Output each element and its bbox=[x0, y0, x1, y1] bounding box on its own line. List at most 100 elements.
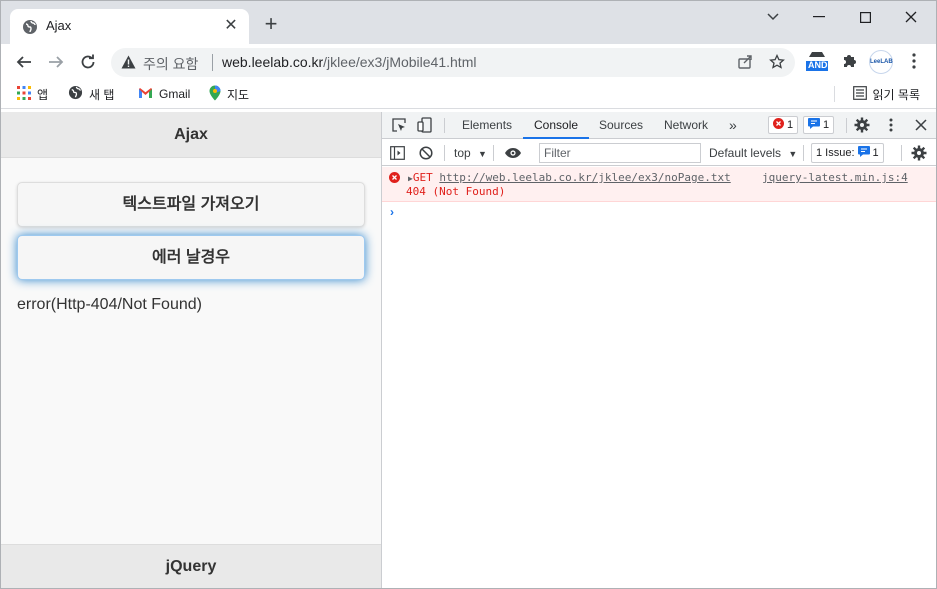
divider bbox=[846, 118, 847, 133]
apps-grid-icon bbox=[17, 85, 31, 103]
settings-gear-icon[interactable] bbox=[853, 116, 871, 134]
bookmark-star-icon[interactable] bbox=[767, 52, 787, 72]
bookmark-label: 앱 bbox=[37, 87, 49, 102]
dropdown-triangle-icon: ▼ bbox=[788, 149, 798, 159]
error-count-badge[interactable]: 1 bbox=[768, 116, 799, 134]
reload-icon[interactable] bbox=[76, 50, 100, 74]
reading-list-icon bbox=[852, 85, 867, 103]
tab-search-chevron-icon[interactable] bbox=[750, 1, 796, 33]
error-circle-icon bbox=[389, 172, 400, 186]
divider bbox=[493, 145, 494, 161]
request-url-link[interactable]: http://web.leelab.co.kr/jklee/ex3/noPage… bbox=[439, 171, 730, 184]
devtools-panel: Elements Console Sources Network » 1 1 t… bbox=[381, 112, 936, 588]
error-count: 1 bbox=[787, 119, 794, 131]
page-footer: jQuery bbox=[1, 544, 381, 588]
url-path: /jklee/ex3/jMobile41.html bbox=[323, 54, 477, 70]
levels-label: Default levels bbox=[709, 146, 782, 160]
context-value: top bbox=[454, 146, 471, 160]
address-bar[interactable]: 주의 요함 web.leelab.co.kr/jklee/ex3/jMobile… bbox=[111, 48, 795, 77]
message-icon bbox=[857, 146, 870, 160]
divider bbox=[803, 145, 804, 161]
clear-console-icon[interactable] bbox=[417, 144, 435, 162]
bookmarks-bar: 앱 새 탭 Gmail 지도 읽기 목록 bbox=[1, 79, 936, 109]
divider bbox=[444, 118, 445, 133]
error-circle-icon bbox=[773, 118, 784, 132]
tab-sources[interactable]: Sources bbox=[599, 112, 643, 139]
show-sidebar-icon[interactable] bbox=[388, 144, 406, 162]
security-warning-label[interactable]: 주의 요함 bbox=[143, 54, 198, 74]
bookmark-new-tab[interactable]: 새 탭 bbox=[68, 84, 114, 104]
result-text: error(Http-404/Not Found) bbox=[17, 296, 202, 313]
devtools-menu-icon[interactable] bbox=[882, 116, 900, 134]
tab-console[interactable]: Console bbox=[523, 112, 590, 139]
globe-icon bbox=[22, 19, 38, 35]
bookmark-apps[interactable]: 앱 bbox=[17, 84, 48, 104]
maps-pin-icon bbox=[209, 85, 221, 104]
gmail-icon bbox=[138, 87, 153, 102]
load-text-file-button[interactable]: 텍스트파일 가져오기 bbox=[17, 182, 365, 227]
maximize-icon[interactable] bbox=[842, 1, 888, 33]
source-link[interactable]: jquery-latest.min.js:4 bbox=[762, 171, 908, 184]
message-icon bbox=[808, 118, 820, 132]
share-icon[interactable] bbox=[735, 52, 755, 72]
issues-count: 1 bbox=[872, 147, 879, 159]
forward-arrow-icon[interactable] bbox=[44, 50, 68, 74]
close-window-icon[interactable] bbox=[888, 1, 934, 33]
omnibox-separator bbox=[212, 54, 213, 71]
bookmark-maps[interactable]: 지도 bbox=[209, 84, 249, 104]
minimize-icon[interactable] bbox=[796, 1, 842, 33]
page-viewport: Ajax 텍스트파일 가져오기 에러 날경우 error(Http-404/No… bbox=[1, 112, 381, 588]
issues-button[interactable]: 1 Issue: 1 bbox=[811, 143, 884, 163]
new-tab-button[interactable]: + bbox=[260, 13, 282, 36]
page-header: Ajax bbox=[1, 112, 381, 158]
message-request-line: ▶GET http://web.leelab.co.kr/jklee/ex3/n… bbox=[408, 171, 731, 184]
request-method: GET bbox=[412, 171, 433, 184]
console-settings-gear-icon[interactable] bbox=[910, 144, 928, 162]
url-host: web.leelab.co.kr bbox=[222, 54, 324, 70]
console-prompt-icon[interactable]: › bbox=[390, 205, 394, 219]
warning-triangle-icon[interactable] bbox=[121, 55, 136, 74]
extensions-puzzle-icon[interactable] bbox=[839, 51, 859, 71]
issue-count: 1 bbox=[823, 119, 830, 131]
reading-list-label: 읽기 목록 bbox=[872, 87, 921, 102]
bookmarks-separator bbox=[834, 86, 835, 102]
tab-elements[interactable]: Elements bbox=[462, 112, 512, 139]
response-status: 404 (Not Found) bbox=[406, 185, 506, 198]
dropdown-triangle-icon: ▼ bbox=[478, 149, 487, 159]
error-case-button[interactable]: 에러 날경우 bbox=[17, 235, 365, 280]
inspect-element-icon[interactable] bbox=[390, 116, 408, 134]
bookmark-label: Gmail bbox=[159, 87, 191, 101]
divider bbox=[901, 145, 902, 161]
filter-input[interactable]: Filter bbox=[539, 143, 701, 163]
tab-ajax[interactable]: Ajax ✕ bbox=[10, 9, 249, 44]
browser-toolbar: 주의 요함 web.leelab.co.kr/jklee/ex3/jMobile… bbox=[1, 44, 936, 79]
divider bbox=[444, 145, 445, 161]
default-levels-select[interactable]: Default levels ▼ bbox=[709, 144, 797, 162]
issues-label: 1 Issue: bbox=[816, 147, 855, 159]
url-text[interactable]: web.leelab.co.kr/jklee/ex3/jMobile41.htm… bbox=[222, 54, 476, 70]
console-toolbar: top ▼ Filter Default levels ▼ 1 Issue: 1 bbox=[382, 140, 936, 166]
globe-icon bbox=[68, 85, 83, 103]
browser-window: Ajax ✕ + 주의 요함 web.leelab.co.kr/jklee/ex… bbox=[0, 0, 937, 589]
browser-menu-icon[interactable] bbox=[904, 51, 924, 71]
and-extension-icon[interactable]: AND bbox=[804, 48, 830, 74]
tab-strip: Ajax ✕ + bbox=[1, 1, 936, 44]
and-extension-label: AND bbox=[808, 60, 828, 70]
console-error-message: ▶GET http://web.leelab.co.kr/jklee/ex3/n… bbox=[382, 167, 936, 202]
issues-count-badge[interactable]: 1 bbox=[803, 116, 835, 134]
more-tabs-chevron-icon[interactable]: » bbox=[729, 112, 737, 139]
bookmark-label: 새 탭 bbox=[89, 87, 115, 102]
back-arrow-icon[interactable] bbox=[12, 50, 36, 74]
bookmark-gmail[interactable]: Gmail bbox=[138, 84, 190, 104]
devtools-tab-bar: Elements Console Sources Network » 1 1 bbox=[382, 112, 936, 139]
context-select[interactable]: top ▼ bbox=[454, 144, 487, 162]
device-toolbar-icon[interactable] bbox=[416, 116, 434, 134]
bookmark-label: 지도 bbox=[227, 87, 250, 102]
live-expression-eye-icon[interactable] bbox=[504, 144, 522, 162]
tab-close-icon[interactable]: ✕ bbox=[221, 16, 241, 36]
tab-title: Ajax bbox=[46, 18, 72, 33]
close-devtools-icon[interactable] bbox=[912, 116, 930, 134]
reading-list-button[interactable]: 읽기 목록 bbox=[852, 84, 921, 104]
tab-network[interactable]: Network bbox=[664, 112, 708, 139]
profile-avatar[interactable]: LeeLAB bbox=[869, 50, 893, 74]
